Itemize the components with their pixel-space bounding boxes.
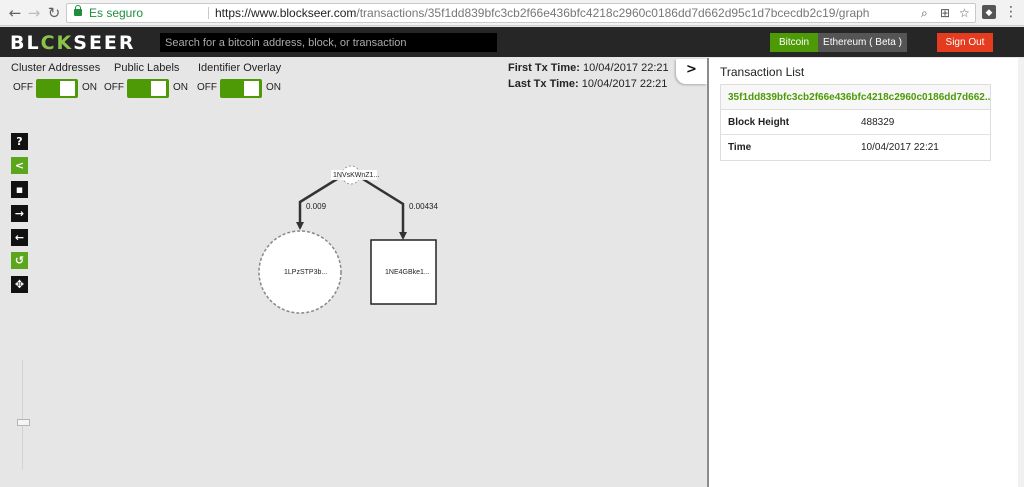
collapse-panel-button[interactable]: >	[676, 59, 707, 84]
transaction-list-panel: Transaction List 35f1dd839bfc3cb2f66e436…	[707, 58, 1024, 487]
fit-screen-button[interactable]: ✥	[11, 276, 28, 293]
row-key: Time	[728, 142, 752, 153]
row-value: 488329	[861, 117, 895, 128]
target2-node-label: 1NE4GBke1...	[385, 269, 430, 276]
zoom-slider-handle[interactable]	[17, 419, 30, 426]
target1-node-label: 1LPzSTP3b...	[284, 269, 327, 276]
transaction-graph[interactable]: 0.009 0.00434 1NVsKWnZ1... 1LPzSTP3b... …	[0, 0, 700, 487]
transaction-hash-link[interactable]: 35f1dd839bfc3cb2f66e436bfc4218c2960c0186…	[721, 85, 990, 110]
translate-icon[interactable]: ⊞	[940, 4, 950, 22]
zoom-slider-track[interactable]	[22, 360, 23, 470]
panel-scrollbar[interactable]	[1018, 58, 1024, 487]
ethereum-button[interactable]: Ethereum ( Beta )	[818, 33, 907, 52]
extension-icon[interactable]: ◆	[982, 5, 996, 19]
edge-to-target2	[357, 174, 407, 240]
row-key: Block Height	[728, 117, 790, 128]
help-button[interactable]: ?	[11, 133, 28, 150]
panel-title: Transaction List	[720, 65, 805, 79]
table-row: Time 10/04/2017 22:21	[721, 135, 990, 160]
edge1-label: 0.009	[306, 202, 327, 211]
undo-button[interactable]: ↺	[11, 252, 28, 269]
forward-button[interactable]: →	[11, 205, 28, 222]
bitcoin-button[interactable]: Bitcoin	[770, 33, 818, 52]
save-button[interactable]: ▪	[11, 181, 28, 198]
back-button[interactable]: ←	[11, 229, 28, 246]
zoom-icon[interactable]: ⌕	[921, 4, 928, 22]
table-row: Block Height 488329	[721, 110, 990, 135]
edge2-label: 0.00434	[409, 202, 438, 211]
sign-out-button[interactable]: Sign Out	[937, 33, 993, 52]
menu-dots-icon[interactable]: ⋮	[1004, 4, 1018, 20]
source-node-label: 1NVsKWnZ1...	[333, 172, 379, 179]
transaction-table: 35f1dd839bfc3cb2f66e436bfc4218c2960c0186…	[720, 84, 991, 161]
row-value: 10/04/2017 22:21	[861, 142, 939, 153]
star-icon[interactable]: ☆	[959, 4, 970, 22]
share-button[interactable]: <	[11, 157, 28, 174]
